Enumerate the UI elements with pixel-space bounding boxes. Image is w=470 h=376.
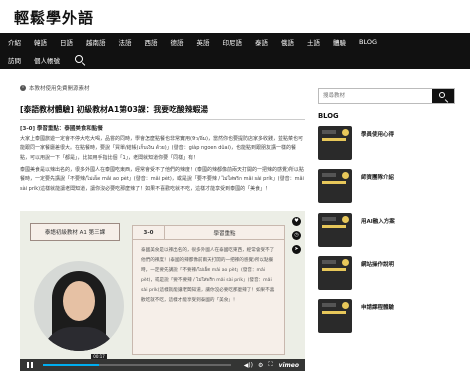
nav-item[interactable]: 訪問 — [8, 55, 21, 65]
nav-item[interactable]: 土語 — [307, 37, 320, 47]
pause-icon[interactable] — [26, 361, 35, 369]
blog-post[interactable]: 用AI融入方案 — [318, 212, 455, 254]
lesson-card: 3-0 學習重點 泰國美食是以辣出名的，很多外國人在泰國吃東西，經常會受不了他們… — [132, 225, 285, 355]
article-title: [泰語教材體驗] 初級教材A1第03課：我要吃酸辣蝦湯 — [20, 105, 209, 114]
search-input[interactable] — [319, 89, 432, 103]
send-icon[interactable]: ➤ — [292, 245, 301, 254]
blog-post-title[interactable]: 網站操作說明 — [361, 260, 394, 268]
nav-item[interactable]: 日語 — [60, 37, 73, 47]
nav-item[interactable]: BLOG — [359, 38, 377, 46]
article-subtitle: [3-0] 學習重點：泰國美食和點餐 — [20, 126, 103, 132]
blog-post-title[interactable]: 申請課程體驗 — [361, 303, 394, 311]
nav-item[interactable]: 法語 — [119, 37, 132, 47]
blog-post[interactable]: 師資團隊介紹 — [318, 169, 455, 210]
nav-item[interactable]: 越南語 — [86, 37, 106, 47]
blog-heading: BLOG — [318, 112, 339, 120]
blog-thumbnail[interactable] — [318, 126, 352, 160]
progress-fill — [43, 364, 100, 366]
info-icon: i — [20, 85, 26, 91]
nav-row-1: 介紹 韓語 日語 越南語 法語 西語 德語 英語 印尼語 泰語 俄語 土語 體驗 BLOG — [8, 33, 390, 51]
title-divider — [20, 119, 305, 120]
blog-thumbnail[interactable] — [318, 255, 352, 290]
nav-item[interactable]: 體驗 — [333, 37, 346, 47]
notice: i 本教材使用免費開源素材 — [20, 84, 90, 92]
nav-item[interactable]: 韓語 — [34, 37, 47, 47]
nav-row-2: 訪問 個人帳號 — [8, 51, 85, 69]
blog-post[interactable]: 學員使用心得 — [318, 126, 455, 167]
video-player[interactable]: 泰語初級教材 A1 第三課 3-0 學習重點 泰國美食是以辣出名的，很多外國人在… — [20, 211, 305, 371]
volume-icon[interactable]: ◀)) — [244, 362, 253, 369]
clock-icon[interactable]: ◷ — [292, 231, 301, 240]
nav-item[interactable]: 個人帳號 — [34, 55, 60, 65]
presenter-video — [34, 261, 124, 351]
search-icon[interactable] — [75, 55, 85, 65]
nav-item[interactable]: 泰語 — [255, 37, 268, 47]
nav-item[interactable]: 介紹 — [8, 37, 21, 47]
blog-post-title[interactable]: 學員使用心得 — [361, 130, 394, 138]
heart-icon[interactable]: ♥ — [292, 217, 301, 226]
blog-thumbnail[interactable] — [318, 212, 352, 247]
nav-item[interactable]: 印尼語 — [223, 37, 243, 47]
blog-post-title[interactable]: 用AI融入方案 — [361, 217, 395, 225]
blog-post[interactable]: 申請課程體驗 — [318, 299, 455, 340]
blog-thumbnail[interactable] — [318, 169, 352, 204]
blog-list: 學員使用心得 師資團隊介紹 用AI融入方案 網站操作說明 申請課程體驗 — [318, 126, 455, 342]
fullscreen-icon[interactable]: ⛶ — [268, 361, 272, 369]
settings-icon[interactable]: ⚙ — [258, 362, 263, 369]
nav-item[interactable]: 俄語 — [281, 37, 294, 47]
vimeo-logo[interactable]: vimeo — [279, 362, 299, 369]
search-icon[interactable] — [432, 89, 454, 103]
article-paragraph-1: 大家上泰國旅遊一定會不停大吃大喝，品嘗的同時，學會怎麼點餐也非常實用(หิว/อ… — [20, 136, 303, 161]
video-controls: 00:17 ◀)) ⚙ ⛶ vimeo — [20, 354, 305, 371]
lesson-card-title: 學習重點 — [213, 230, 236, 237]
nav-item[interactable]: 英語 — [197, 37, 210, 47]
blog-thumbnail[interactable] — [318, 299, 352, 334]
lesson-card-text: 泰國美食是以辣出名的，很多外國人在泰國吃東西，經常會受不了他們的辣度！(泰國的辣… — [141, 248, 275, 303]
article: [泰語教材體驗] 初級教材A1第03課：我要吃酸辣蝦湯 [3-0] 學習重點：泰… — [20, 104, 305, 194]
blog-post-title[interactable]: 師資團隊介紹 — [361, 173, 394, 181]
lesson-card-number: 3-0 — [133, 226, 165, 239]
article-paragraph-2: 泰國美食是以辣出名的，很多外國人在泰國吃東西，經常會受不了他們的辣度！(泰國的辣… — [20, 167, 304, 192]
progress-bar[interactable]: 00:17 — [43, 354, 231, 366]
main-navigation: 介紹 韓語 日語 越南語 法語 西語 德語 英語 印尼語 泰語 俄語 土語 體驗 BLOG 訪問 個人帳號 — [0, 33, 470, 69]
nav-item[interactable]: 西語 — [145, 37, 158, 47]
presenter-face — [63, 281, 95, 321]
lesson-card-header: 3-0 學習重點 — [133, 226, 284, 240]
video-lesson-title: 泰語初級教材 A1 第三課 — [30, 223, 120, 241]
site-logo[interactable]: 輕鬆學外語 — [14, 7, 94, 28]
nav-item[interactable]: 德語 — [171, 37, 184, 47]
notice-text: 本教材使用免費開源素材 — [29, 86, 90, 92]
time-label: 00:17 — [91, 354, 107, 359]
blog-post[interactable]: 網站操作說明 — [318, 255, 455, 297]
sidebar-search — [318, 88, 455, 104]
